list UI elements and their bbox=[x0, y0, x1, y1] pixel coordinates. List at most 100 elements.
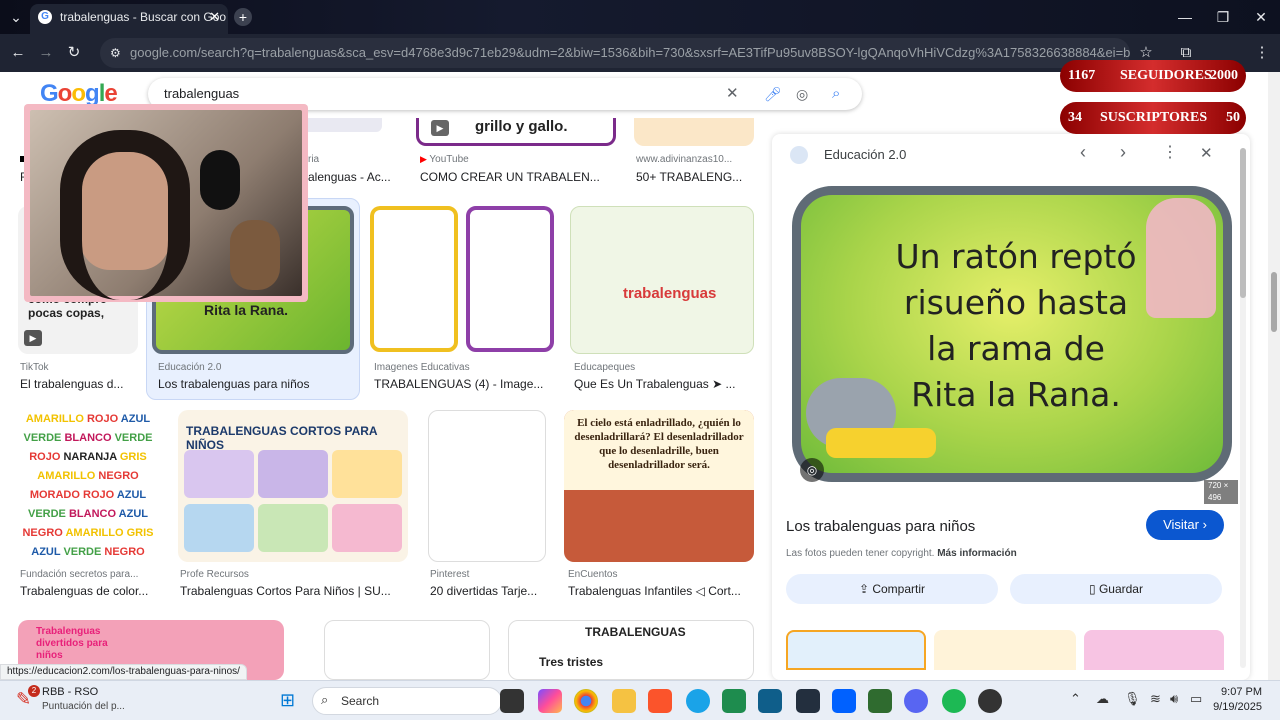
tab-close-icon[interactable]: ✕ bbox=[209, 4, 220, 30]
panel-source[interactable]: Educación 2.0 bbox=[824, 147, 906, 162]
color-word: NEGRO bbox=[104, 546, 145, 558]
card-image bbox=[332, 450, 402, 498]
obs-icon[interactable] bbox=[978, 689, 1002, 713]
taskbar-search[interactable]: ⌕ Search bbox=[312, 687, 502, 715]
result-image[interactable] bbox=[428, 410, 546, 562]
file-explorer-icon[interactable] bbox=[612, 689, 636, 713]
related-image[interactable] bbox=[786, 630, 926, 670]
volume-icon[interactable]: 🔊︎ bbox=[1170, 691, 1178, 707]
browser-title-bar: ⌄ G trabalenguas - Buscar con Goo ✕ + — … bbox=[0, 0, 1280, 34]
site-info-icon[interactable]: ⚙ bbox=[110, 38, 121, 68]
color-word: AZUL bbox=[31, 546, 64, 558]
visit-button[interactable]: Visitar › bbox=[1146, 510, 1224, 540]
search-icon[interactable]: ⌕ bbox=[832, 78, 840, 110]
lens-search-icon[interactable]: ◎ bbox=[796, 78, 808, 110]
result-image-text: TRABALENGUAS CORTOS PARA NIÑOS bbox=[186, 424, 378, 452]
clear-search-icon[interactable]: ✕ bbox=[726, 78, 739, 110]
result-image[interactable]: ▶ grillo y gallo. bbox=[416, 118, 616, 146]
share-button[interactable]: ⇪ Compartir bbox=[786, 574, 998, 604]
forward-arrow-icon[interactable]: → bbox=[32, 34, 60, 72]
result-title[interactable]: Que Es Un Trabalenguas ➤ ... bbox=[574, 377, 754, 391]
spotify-icon[interactable] bbox=[942, 689, 966, 713]
address-bar[interactable]: ⚙ google.com/search?q=trabalenguas&sca_e… bbox=[100, 38, 1130, 68]
result-title[interactable]: COMO CREAR UN TRABALEN... bbox=[420, 170, 616, 184]
color-word: AZUL bbox=[118, 508, 148, 520]
page-scrollbar[interactable] bbox=[1268, 72, 1280, 680]
taskbar-time[interactable]: 9:07 PM bbox=[1218, 686, 1262, 698]
result-image[interactable] bbox=[370, 206, 554, 354]
google-favicon-icon: G bbox=[38, 10, 52, 24]
more-options-icon[interactable]: ⋮ bbox=[1162, 142, 1178, 162]
dropbox-icon[interactable] bbox=[832, 689, 856, 713]
card-image bbox=[370, 206, 458, 352]
result-title[interactable]: Trabalenguas Infantiles ◁ Cort... bbox=[568, 584, 754, 598]
color-word: MORADO bbox=[29, 489, 83, 501]
related-image[interactable] bbox=[934, 630, 1076, 670]
color-word-row: AMARILLO ROJO AZUL bbox=[18, 410, 158, 429]
microphone-icon[interactable]: 🎙︎ bbox=[1124, 691, 1141, 707]
card-image bbox=[184, 450, 254, 498]
battery-icon[interactable]: ▭ bbox=[1190, 691, 1202, 707]
result-title[interactable]: Los trabalenguas para niños bbox=[158, 377, 354, 391]
chrome-icon[interactable] bbox=[574, 689, 598, 713]
result-image[interactable] bbox=[634, 118, 754, 146]
browser-menu-icon[interactable]: ⋮ bbox=[1248, 34, 1276, 72]
calculator-icon[interactable] bbox=[758, 689, 782, 713]
edge-icon[interactable] bbox=[686, 689, 710, 713]
panel-title[interactable]: Los trabalenguas para niños bbox=[786, 518, 975, 535]
result-source: Fundación secretos para... bbox=[20, 569, 139, 580]
close-window-button[interactable]: ✕ bbox=[1242, 0, 1280, 34]
result-image[interactable] bbox=[300, 118, 382, 132]
result-title[interactable]: 50+ TRABALENG... bbox=[636, 170, 754, 184]
copilot-icon[interactable] bbox=[538, 689, 562, 713]
minimize-button[interactable]: — bbox=[1166, 0, 1204, 34]
result-image-text: Trabalenguas divertidos para niños bbox=[36, 626, 108, 661]
color-word: NEGRO bbox=[22, 527, 66, 539]
app-icon[interactable] bbox=[722, 689, 746, 713]
result-title[interactable]: Trabalenguas de color... bbox=[20, 584, 160, 598]
preview-image-text: Un ratón reptó risueño hasta la rama de … bbox=[895, 237, 1137, 414]
panel-scrollbar[interactable] bbox=[1240, 148, 1246, 668]
result-title[interactable]: alenguas - Ac... bbox=[308, 170, 400, 184]
minecraft-icon[interactable] bbox=[868, 689, 892, 713]
new-tab-button[interactable]: + bbox=[234, 8, 252, 26]
browser-tab[interactable]: G trabalenguas - Buscar con Goo ✕ bbox=[30, 4, 228, 34]
save-button[interactable]: ▯ Guardar bbox=[1010, 574, 1222, 604]
maximize-button[interactable]: ❐ bbox=[1204, 0, 1242, 34]
voice-search-icon[interactable]: 🎤︎ bbox=[764, 78, 782, 110]
taskbar-date[interactable]: 9/19/2025 bbox=[1208, 701, 1262, 713]
brave-icon[interactable] bbox=[648, 689, 672, 713]
wifi-icon[interactable]: ≋ bbox=[1150, 691, 1161, 707]
amazon-icon[interactable] bbox=[796, 689, 820, 713]
result-title[interactable]: TRABALENGUAS (4) - Image... bbox=[374, 377, 552, 391]
windows-start-icon[interactable]: ⊞ bbox=[280, 690, 295, 711]
taskbar-app-title[interactable]: RBB - RSO bbox=[42, 686, 98, 698]
back-arrow-icon[interactable]: ← bbox=[4, 34, 32, 72]
result-image[interactable] bbox=[324, 620, 490, 680]
reload-icon[interactable]: ↻ bbox=[60, 34, 88, 72]
result-image-text: Tres tristes bbox=[539, 655, 604, 669]
result-image[interactable]: El cielo está enladrillado, ¿quién lo de… bbox=[564, 410, 754, 562]
lens-icon[interactable]: ◎ bbox=[800, 458, 824, 482]
result-title[interactable]: 20 divertidas Tarje... bbox=[430, 584, 548, 598]
related-image[interactable] bbox=[1084, 630, 1224, 670]
result-title[interactable]: El trabalenguas d... bbox=[20, 377, 138, 391]
close-panel-icon[interactable]: ✕ bbox=[1200, 144, 1213, 162]
result-image[interactable]: TRABALENGUAS CORTOS PARA NIÑOS bbox=[178, 410, 408, 562]
task-view-icon[interactable] bbox=[500, 689, 524, 713]
more-info-link[interactable]: Más información bbox=[937, 548, 1016, 559]
result-image[interactable]: TRABALENGUAS Tres tristes bbox=[508, 620, 754, 680]
next-icon[interactable]: › bbox=[1120, 142, 1126, 163]
discord-icon[interactable] bbox=[904, 689, 928, 713]
show-hidden-icons[interactable]: ⌃ bbox=[1070, 691, 1081, 707]
tab-list-icon[interactable]: ⌄ bbox=[2, 0, 30, 34]
network-icon[interactable]: ☁ bbox=[1096, 691, 1109, 707]
scrollbar-thumb[interactable] bbox=[1271, 272, 1277, 332]
result-title[interactable]: Trabalenguas Cortos Para Niños | SU... bbox=[180, 584, 408, 598]
color-word: BLANCO bbox=[64, 432, 115, 444]
result-image[interactable]: trabalenguas bbox=[570, 206, 754, 354]
mouse-illustration bbox=[1146, 198, 1216, 318]
result-image[interactable]: AMARILLO ROJO AZUL VERDE BLANCO VERDE RO… bbox=[18, 410, 158, 562]
preview-image[interactable]: Un ratón reptó risueño hasta la rama de … bbox=[786, 178, 1238, 504]
previous-icon[interactable]: ‹ bbox=[1080, 142, 1086, 163]
